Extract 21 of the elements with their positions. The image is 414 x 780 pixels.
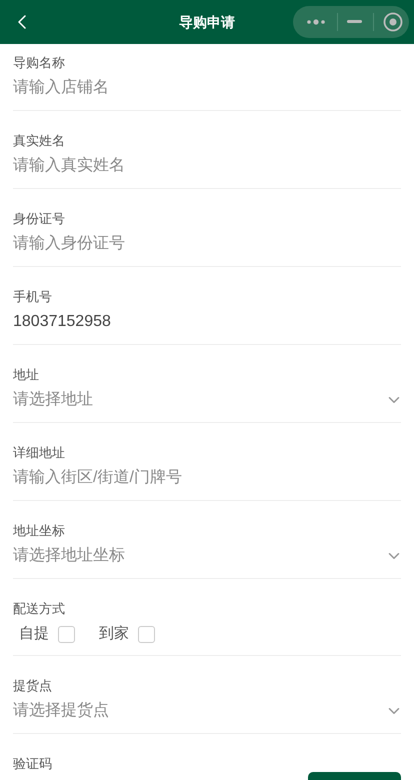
field-label: 验证码 (13, 755, 53, 773)
field-label: 地址 (13, 366, 40, 384)
field-label: 提货点 (13, 677, 53, 695)
field-label: 配送方式 (13, 600, 66, 618)
text-field[interactable]: 请输入街区/街道/门牌号 (13, 466, 401, 490)
text-field[interactable]: 请输入真实姓名 (13, 154, 401, 178)
text-field[interactable]: 请输入身份证号 (13, 232, 401, 256)
field-label: 导购名称 (13, 54, 66, 72)
select-field[interactable]: 请选择地址 (13, 388, 401, 412)
option-label: 到家 (99, 624, 129, 644)
field-label: 身份证号 (13, 210, 66, 228)
select-field[interactable]: 请选择地址坐标 (13, 544, 401, 568)
text-field[interactable]: 请输入店铺名 (13, 76, 401, 100)
option-label: 自提 (19, 624, 49, 644)
field-label: 详细地址 (13, 444, 66, 462)
field-label: 真实姓名 (13, 132, 66, 150)
text-field[interactable]: 18037152958 (13, 310, 401, 334)
select-field[interactable]: 请选择提货点 (13, 699, 401, 723)
field-label: 手机号 (13, 288, 53, 306)
field-label: 地址坐标 (13, 522, 66, 540)
page-title: 导购申请 (179, 12, 235, 32)
